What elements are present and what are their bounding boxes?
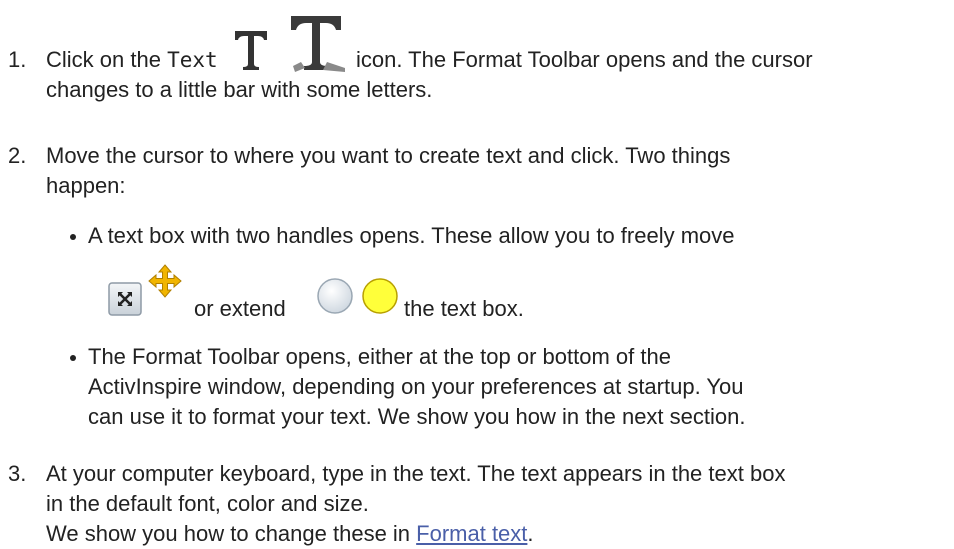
step-text: Click on the: [46, 47, 168, 72]
move-box-icon: [108, 282, 142, 316]
format-text-link[interactable]: Format text: [416, 521, 527, 546]
step-text: icon. The Format Toolbar opens and the c…: [356, 47, 813, 72]
step-text: .: [527, 521, 534, 546]
extend-handle-grey-icon: [317, 278, 353, 314]
bullet-text: ActivInspire window, depending on your p…: [88, 374, 744, 399]
bullet-dot: [70, 234, 76, 240]
step-number: 3.: [8, 461, 27, 486]
step-text: At your computer keyboard, type in the t…: [46, 461, 786, 486]
step-text: in the default font, color and size.: [46, 491, 369, 516]
step-text: happen:: [46, 173, 126, 198]
bullet-text: or extend: [194, 296, 286, 321]
step-number: 2.: [8, 143, 27, 168]
bullet-text: A text box with two handles opens. These…: [88, 223, 735, 248]
step-number: 1.: [8, 47, 27, 72]
bullet-text: The Format Toolbar opens, either at the …: [88, 344, 671, 369]
bullet-dot: [70, 355, 76, 361]
move-arrows-icon: [148, 264, 182, 298]
bullet-text: can use it to format your text. We show …: [88, 404, 746, 429]
extend-handle-yellow-icon: [362, 278, 398, 314]
text-word: Text: [167, 48, 218, 72]
bullet-text: the text box.: [404, 296, 524, 321]
text-t-large-icon: [291, 16, 345, 72]
text-t-small-icon: [235, 31, 267, 70]
step-text: We show you how to change these in: [46, 521, 417, 546]
step-text: Move the cursor to where you want to cre…: [46, 143, 731, 168]
step-text: changes to a little bar with some letter…: [46, 77, 433, 102]
